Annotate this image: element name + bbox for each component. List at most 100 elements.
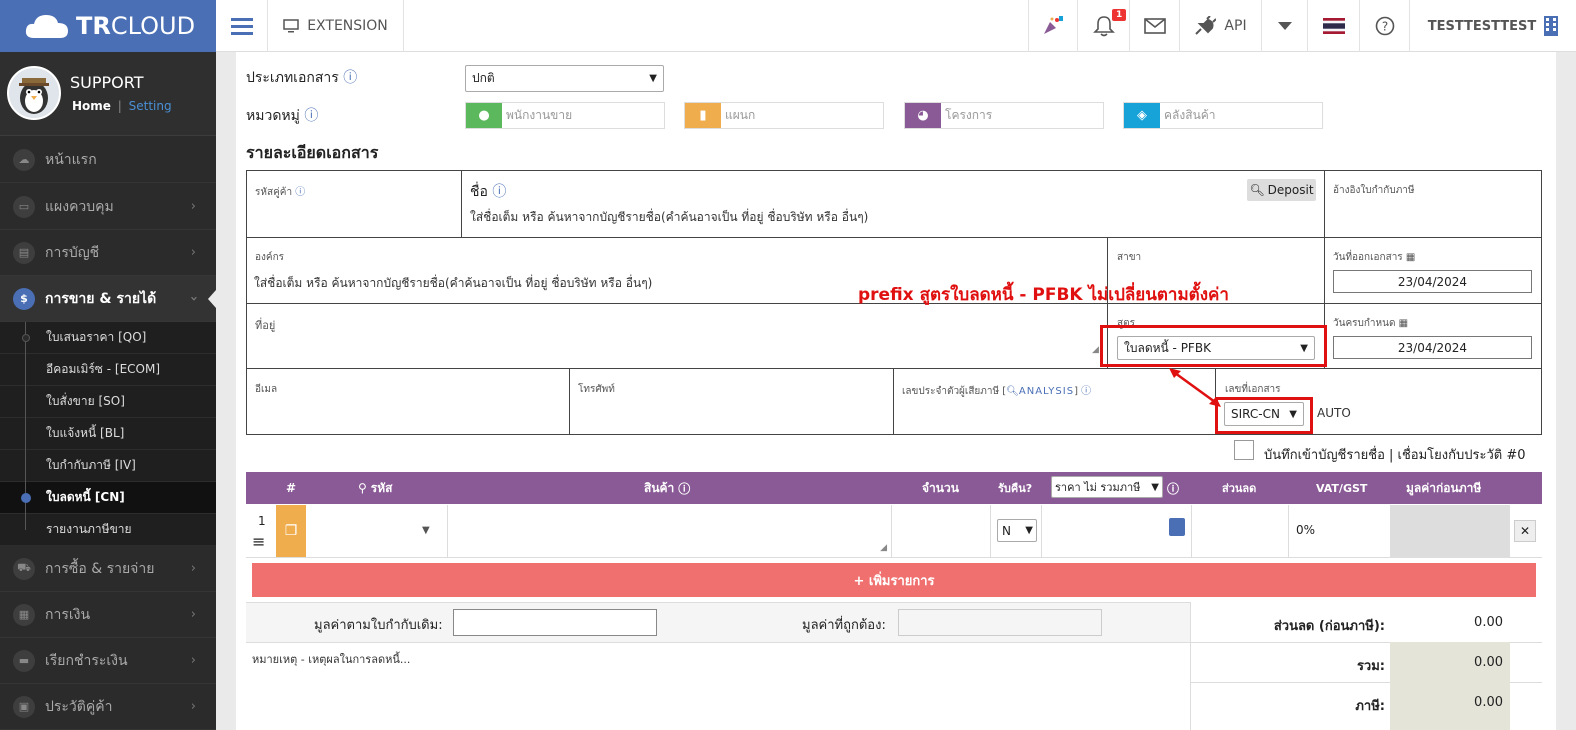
col-discount: ส่วนลด — [1222, 482, 1257, 495]
chevron-right-icon: › — [190, 653, 196, 668]
analysis-link[interactable]: ANALYSIS — [1019, 386, 1074, 397]
notifications-button[interactable]: 1 — [1078, 0, 1130, 52]
sidebar-subitem-tax-invoice[interactable]: ใบกำกับภาษี [IV] — [0, 450, 216, 482]
profile-separator: | — [117, 99, 122, 113]
api-button[interactable]: API — [1180, 0, 1262, 52]
sidebar-item-home[interactable]: ☁ หน้าแรก — [0, 137, 216, 183]
avatar[interactable] — [7, 66, 61, 120]
customer-code-input[interactable] — [256, 200, 456, 230]
hamburger-icon — [230, 18, 253, 35]
search-icon: 🔍︎ — [1249, 183, 1265, 197]
project-field[interactable]: ◕ โครงการ — [904, 102, 1104, 129]
user-label: TESTTESTTEST — [1427, 18, 1537, 34]
party-popper-icon — [1044, 16, 1063, 34]
add-row-button[interactable]: + เพิ่มรายการ — [252, 563, 1536, 597]
name-input[interactable]: ใส่ชื่อเต็ม หรือ ค้นหาจากบัญชีรายชื่อ(คำ… — [470, 208, 868, 227]
active-dot-icon — [21, 492, 31, 503]
mail-button[interactable] — [1130, 0, 1180, 52]
chevron-down-icon: › — [185, 295, 201, 302]
sidebar-item-contacts[interactable]: ▣ ประวัติคู่ค้า › — [0, 684, 216, 730]
user-menu[interactable]: TESTTESTTEST — [1410, 0, 1576, 52]
salesperson-field[interactable]: ● พนักงานขาย — [465, 102, 665, 129]
party-button[interactable] — [1028, 0, 1078, 52]
sidebar-subitem-credit-note[interactable]: ใบลดหนี้ [CN] — [0, 482, 216, 514]
hamburger-button[interactable] — [216, 0, 268, 52]
doc-type-select[interactable]: ปกติ ▼ — [465, 65, 664, 92]
resize-handle-icon[interactable]: ◢ — [1092, 345, 1099, 355]
sidebar-subitem-ecommerce[interactable]: อีคอมเมิร์ซ - [ECOM] — [0, 354, 216, 386]
cloud-icon: ☁ — [13, 148, 35, 171]
discount-label: ส่วนลด (ก่อนภาษี): — [1273, 619, 1385, 634]
product-textarea[interactable]: ◢ — [449, 505, 892, 557]
setting-link[interactable]: Setting — [129, 99, 172, 113]
resize-handle-icon: ◢ — [880, 543, 887, 553]
due-date-input[interactable]: 23/04/2024 — [1333, 336, 1532, 359]
note-placeholder: หมายเหตุ - เหตุผลในการลดหนี้... — [252, 653, 411, 666]
search-icon: 🔍︎ — [1006, 386, 1019, 397]
cloud-icon — [25, 15, 68, 38]
discount-input[interactable] — [1193, 505, 1289, 557]
sidebar-item-sales[interactable]: $ การขาย & รายได้ › — [0, 276, 216, 322]
extension-button[interactable]: EXTENSION — [268, 0, 404, 52]
envelope-icon — [1143, 18, 1166, 34]
sidebar-item-billing[interactable]: ▬ เรียกชำระเงิน › — [0, 638, 216, 684]
col-return: รับคืน? — [998, 482, 1033, 495]
subitem-label: ใบกำกับภาษี [IV] — [46, 458, 136, 472]
home-link[interactable]: Home — [72, 99, 111, 113]
sidebar-subitem-sales-tax-report[interactable]: รายงานภาษีขาย — [0, 514, 216, 546]
extension-label: EXTENSION — [307, 18, 388, 34]
save-contact-checkbox[interactable] — [1234, 440, 1254, 460]
correct-value-input[interactable] — [898, 609, 1102, 636]
department-field[interactable]: ▮ แผนก — [684, 102, 884, 129]
department-placeholder: แผนก — [725, 108, 756, 122]
orig-value-input[interactable] — [453, 609, 657, 636]
chevron-right-icon: › — [190, 245, 196, 260]
warehouse-field[interactable]: ◈ คลังสินค้า — [1123, 102, 1323, 129]
caret-down-icon: ▼ — [422, 525, 430, 536]
info-icon: ⓘ — [343, 70, 358, 86]
help-button[interactable]: ? — [1360, 0, 1410, 52]
sidebar-subitem-invoice[interactable]: ใบแจ้งหนี้ [BL] — [0, 418, 216, 450]
sidebar-subitem-sales-order[interactable]: ใบสั่งขาย [SO] — [0, 386, 216, 418]
sidebar-item-finance[interactable]: ▦ การเงิน › — [0, 592, 216, 638]
language-button[interactable] — [1308, 0, 1360, 52]
org-input[interactable]: ใส่ชื่อเต็ม หรือ ค้นหาจากบัญชีรายชื่อ(คำ… — [254, 274, 652, 293]
vat-value: 0% — [1296, 523, 1316, 537]
subitem-label: ใบสั่งขาย [SO] — [46, 394, 125, 408]
qty-input[interactable] — [893, 505, 991, 557]
col-product: สินค้า ⓘ — [644, 480, 691, 496]
salesperson-placeholder: พนักงานขาย — [506, 108, 573, 122]
subitem-label: อีคอมเมิร์ซ - [ECOM] — [46, 362, 161, 376]
drag-handle-icon[interactable]: ≡ — [252, 532, 265, 551]
total-label: รวม: — [1356, 659, 1385, 674]
doc-type-label: ประเภทเอกสาร ⓘ — [246, 70, 358, 86]
issue-date-label: วันที่ออกเอกสาร ▦ — [1333, 252, 1416, 263]
issue-date-input[interactable]: 23/04/2024 — [1333, 270, 1532, 293]
logo[interactable]: TRCLOUD — [0, 0, 216, 52]
sidebar-item-label: การบัญชี — [45, 244, 100, 261]
bullet-icon — [22, 333, 30, 342]
info-icon: ⓘ — [492, 184, 507, 200]
sidebar-item-label: การเงิน — [45, 606, 91, 623]
calculator-icon[interactable] — [1169, 518, 1185, 536]
deposit-button[interactable]: 🔍︎ Deposit — [1247, 179, 1316, 201]
sidebar-item-purchases[interactable]: ⛟ การซื้อ & รายจ่าย › — [0, 546, 216, 592]
sidebar-item-dashboard[interactable]: ▭ แผงควบคุม › — [0, 184, 216, 230]
subitem-label: ใบแจ้งหนี้ [BL] — [46, 426, 125, 440]
code-cell[interactable]: ▼ — [306, 505, 448, 557]
delete-row-button[interactable]: ✕ — [1514, 520, 1536, 542]
price-input[interactable] — [1041, 505, 1192, 557]
copy-button[interactable]: ❐ — [276, 505, 306, 557]
row-index: 1 — [258, 514, 266, 528]
building-icon — [1544, 16, 1559, 36]
sidebar-item-label: แผงควบคุม — [45, 198, 114, 215]
price-type-select[interactable]: ราคา ไม่ รวมภาษี ▼ — [1051, 476, 1163, 498]
sidebar-subitem-quotation[interactable]: ใบเสนอราคา [QO] — [0, 322, 216, 354]
box-icon: ◈ — [1124, 103, 1160, 128]
sidebar-item-accounting[interactable]: ▤ การบัญชี › — [0, 230, 216, 276]
dropdown-button[interactable] — [1262, 0, 1308, 52]
chevron-down-icon: ▼ — [1151, 481, 1159, 493]
return-select[interactable]: N ▼ — [997, 519, 1037, 542]
chevron-down-icon: ▼ — [1025, 525, 1033, 536]
col-pretax: มูลค่าก่อนภาษี — [1406, 480, 1482, 495]
